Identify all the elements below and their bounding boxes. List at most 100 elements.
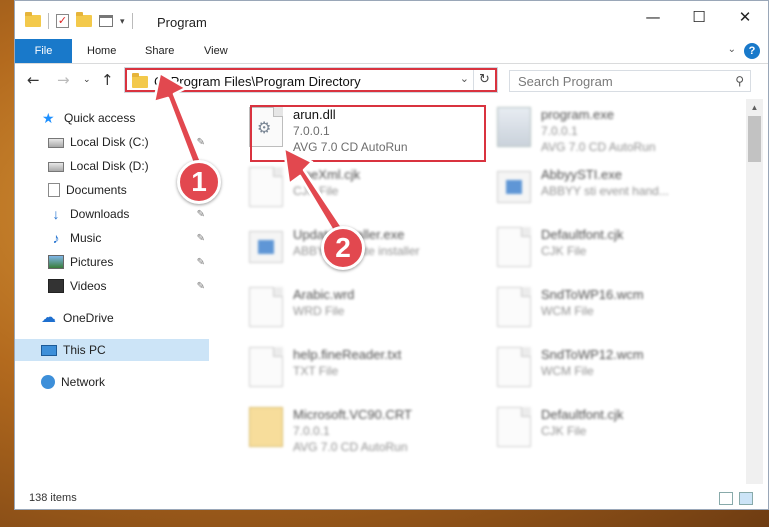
minimize-button[interactable]: —	[630, 1, 676, 33]
maximize-button[interactable]: ☐	[676, 1, 722, 33]
file-item[interactable]: Defaultfont.cjk CJK File	[483, 399, 723, 453]
file-icon	[249, 167, 283, 207]
forward-arrow-icon[interactable]: →	[57, 71, 70, 89]
file-description: AVG 7.0 CD AutoRun	[541, 140, 656, 154]
help-icon[interactable]: ?	[744, 43, 760, 59]
refresh-icon[interactable]: ↻	[473, 70, 495, 90]
pin-icon[interactable]: ✎	[197, 137, 205, 148]
sidebar-item-label: Documents	[66, 183, 127, 197]
address-path[interactable]: C:\Program Files\Program Directory	[154, 74, 361, 89]
sidebar-item-label: Pictures	[70, 255, 114, 269]
file-item[interactable]: SndToWP16.wcm WCM File	[483, 279, 723, 333]
new-folder-icon[interactable]	[76, 12, 92, 27]
divider	[131, 13, 133, 29]
file-icon	[497, 287, 531, 327]
item-count: 138 items	[29, 492, 77, 504]
annotation-badge-2: 2	[321, 226, 365, 270]
file-type: TXT File	[293, 364, 339, 378]
disk-icon	[48, 162, 64, 172]
vc-icon	[249, 407, 283, 447]
pin-icon[interactable]: ✎	[197, 281, 205, 292]
app-icon	[249, 231, 283, 263]
sidebar-item-music[interactable]: ♪ Music ✎	[15, 227, 209, 249]
file-icon	[497, 347, 531, 387]
exe-icon	[497, 107, 531, 147]
network-icon	[41, 375, 55, 389]
download-icon: ↓	[52, 206, 60, 222]
pin-icon[interactable]: ✎	[197, 209, 205, 220]
sidebar-item-label: This PC	[63, 343, 106, 357]
customize-icon[interactable]	[99, 15, 113, 27]
back-arrow-icon[interactable]: ←	[27, 71, 40, 89]
folder-icon	[132, 73, 148, 88]
sidebar-item-label: Local Disk (C:)	[70, 135, 149, 149]
file-icon	[249, 287, 283, 327]
tab-home[interactable]: Home	[73, 39, 130, 63]
window-controls: — ☐ ✕	[630, 1, 768, 33]
file-type: WCM File	[541, 364, 594, 378]
file-item[interactable]: FineXml.cjk CJK File	[235, 159, 475, 213]
sidebar-item-local-disk-c[interactable]: Local Disk (C:) ✎	[15, 131, 209, 153]
file-description: AVG 7.0 CD AutoRun	[293, 440, 408, 454]
file-type: CJK File	[293, 184, 339, 198]
sidebar-item-quick-access[interactable]: ★ Quick access	[15, 107, 209, 129]
expand-ribbon-icon[interactable]: ⌄	[728, 44, 736, 55]
up-arrow-icon[interactable]: ↑	[101, 71, 114, 89]
title-bar: ✓ ▾ Program — ☐ ✕	[15, 1, 768, 41]
file-name: Defaultfont.cjk	[541, 407, 624, 422]
search-icon[interactable]: ⚲	[735, 74, 744, 88]
file-icon	[497, 227, 531, 267]
chevron-down-icon[interactable]: ▾	[120, 16, 125, 27]
sidebar-item-this-pc[interactable]: This PC	[15, 339, 209, 361]
address-bar[interactable]: C:\Program Files\Program Directory ⌄ ↻	[124, 67, 498, 93]
file-name: program.exe	[541, 107, 614, 122]
file-type: WRD File	[293, 304, 345, 318]
app-icon	[497, 171, 531, 203]
search-input[interactable]	[510, 71, 720, 91]
sidebar-item-onedrive[interactable]: ☁ OneDrive	[15, 307, 209, 329]
scroll-thumb[interactable]	[748, 116, 761, 162]
sidebar-item-downloads[interactable]: ↓ Downloads ✎	[15, 203, 209, 225]
file-item[interactable]: Defaultfont.cjk CJK File	[483, 219, 723, 273]
details-view-icon[interactable]	[719, 492, 733, 505]
tiles-view-icon[interactable]	[739, 492, 753, 505]
file-item[interactable]: SndToWP12.wcm WCM File	[483, 339, 723, 393]
tab-share[interactable]: Share	[131, 39, 188, 63]
pictures-icon	[48, 255, 64, 269]
file-type: CJK File	[541, 424, 587, 438]
sidebar-item-pictures[interactable]: Pictures ✎	[15, 251, 209, 273]
sidebar-item-label: Quick access	[64, 111, 136, 125]
sidebar-item-label: OneDrive	[63, 311, 114, 325]
file-item[interactable]: Microsoft.VC90.CRT 7.0.0.1 AVG 7.0 CD Au…	[235, 399, 475, 454]
disk-icon	[48, 138, 64, 148]
properties-icon[interactable]: ✓	[56, 14, 69, 28]
vertical-scrollbar[interactable]: ▲	[746, 99, 763, 484]
file-name: AbbyySTI.exe	[541, 167, 622, 182]
file-item[interactable]: Arabic.wrd WRD File	[235, 279, 475, 333]
tab-view[interactable]: View	[190, 39, 242, 63]
sidebar-item-label: Music	[70, 231, 102, 245]
ribbon-tabs: File Home Share View ⌄ ?	[15, 39, 768, 64]
cloud-icon: ☁	[41, 309, 56, 326]
file-name: FineXml.cjk	[293, 167, 361, 182]
file-version: 7.0.0.1	[541, 124, 578, 138]
sidebar-item-label: Downloads	[70, 207, 130, 221]
folder-icon	[25, 12, 41, 27]
sidebar-item-network[interactable]: Network	[15, 371, 209, 393]
explorer-window: ✓ ▾ Program — ☐ ✕ File Home Share View ⌄…	[14, 0, 769, 510]
search-box[interactable]: ⚲	[509, 70, 751, 92]
sidebar-item-videos[interactable]: Videos ✎	[15, 275, 209, 297]
status-bar: 138 items	[15, 488, 768, 509]
tab-file[interactable]: File	[15, 39, 72, 63]
scroll-up-icon[interactable]: ▲	[746, 99, 763, 116]
pin-icon[interactable]: ✎	[197, 233, 205, 244]
chevron-down-icon[interactable]: ⌄	[460, 72, 469, 85]
file-item[interactable]: AbbyySTI.exe ABBYY sti event hand...	[483, 159, 723, 213]
file-icon	[249, 347, 283, 387]
file-item[interactable]: help.fineReader.txt TXT File	[235, 339, 475, 393]
file-item[interactable]: program.exe 7.0.0.1 AVG 7.0 CD AutoRun	[483, 99, 723, 154]
recent-locations-icon[interactable]: ⌄	[83, 75, 91, 85]
close-button[interactable]: ✕	[722, 1, 768, 33]
file-icon	[497, 407, 531, 447]
pin-icon[interactable]: ✎	[197, 257, 205, 268]
